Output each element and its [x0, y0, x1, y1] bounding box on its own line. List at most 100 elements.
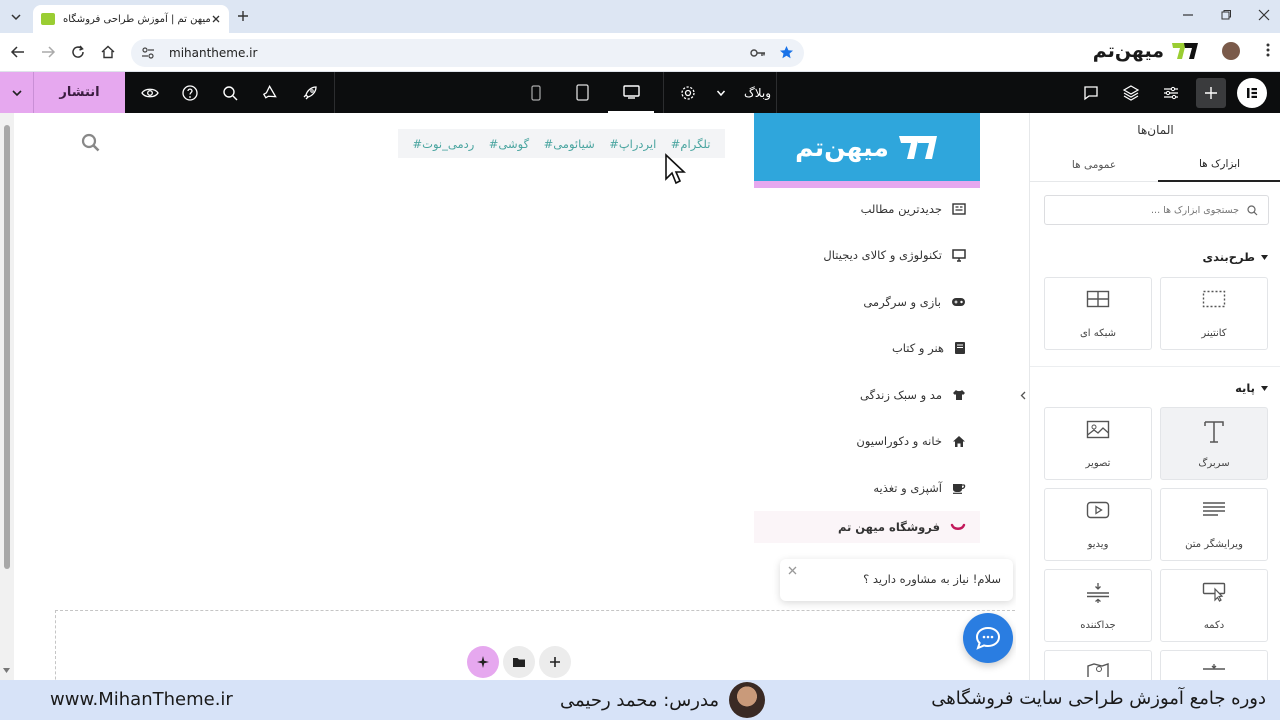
category-item[interactable]: هنر و کتاب: [754, 325, 980, 371]
back-icon[interactable]: [10, 44, 26, 60]
button-click-icon: [1202, 582, 1226, 602]
category-item[interactable]: آشپزی و تغذیه: [754, 465, 980, 511]
browser-tab-bar: میهن تم | آموزش طراحی فروشگاه: [0, 0, 1280, 33]
brand-mark-icon: [1172, 43, 1198, 59]
chevron-left-icon: [1020, 391, 1026, 400]
password-key-icon[interactable]: [750, 46, 766, 60]
chevron-down-icon: [716, 88, 726, 98]
tab-list-chevron-icon[interactable]: [6, 7, 26, 27]
section-header-layout[interactable]: طرح‌بندی: [1203, 250, 1268, 264]
structure-layers-icon[interactable]: [1111, 72, 1151, 113]
widget-search-input[interactable]: [1069, 204, 1239, 216]
tab-close-icon[interactable]: [211, 14, 221, 24]
widget-label: تصویر: [1085, 458, 1111, 469]
tag-link[interactable]: #شیائومی: [544, 137, 595, 151]
category-item[interactable]: خانه و دکوراسیون: [754, 418, 980, 464]
elements-panel: المان‌ها عمومی ها ابزارک ها طرح‌بندی کان…: [1029, 113, 1280, 690]
restore-icon[interactable]: [1220, 9, 1232, 21]
search-icon: [1247, 204, 1258, 216]
section-header-basic[interactable]: پایه: [1235, 381, 1268, 395]
desktop-device-icon[interactable]: [608, 72, 654, 113]
search-icon[interactable]: [210, 72, 250, 113]
scroll-down-arrow-icon[interactable]: [2, 667, 11, 674]
browser-tab[interactable]: میهن تم | آموزش طراحی فروشگاه: [33, 5, 229, 33]
text-editor-icon: [1202, 501, 1226, 519]
tag-link[interactable]: #ردمی_نوت: [413, 137, 475, 151]
category-item[interactable]: تکنولوژی و کالای دیجیتال: [754, 232, 980, 278]
site-logo-banner[interactable]: میهن‌تم: [754, 113, 980, 181]
editor-canvas: #ردمی_نوت #گوشی #شیائومی #ایردراپ #تلگرا…: [0, 113, 1016, 680]
course-title: دوره جامع آموزش طراحی سایت فروشگاهی: [931, 688, 1266, 709]
tag-link[interactable]: #گوشی: [489, 137, 529, 151]
mobile-device-icon[interactable]: [516, 72, 556, 113]
announcement-megaphone-icon[interactable]: [250, 72, 290, 113]
add-element-plus-icon[interactable]: [1196, 77, 1226, 108]
reload-icon[interactable]: [70, 44, 86, 60]
preview-sidebar: میهن‌تم جدیدترین مطالب تکنولوژی و کالای …: [754, 113, 980, 553]
canvas-scrollbar-thumb[interactable]: [4, 125, 10, 569]
caret-down-icon: [1261, 385, 1268, 391]
grid-icon: [1086, 290, 1110, 308]
widget-heading[interactable]: سربرگ: [1160, 407, 1268, 480]
video-play-icon: [1086, 501, 1110, 519]
widget-video[interactable]: ویدیو: [1044, 488, 1152, 561]
publish-button[interactable]: انتشار: [34, 72, 125, 113]
chat-message-bubble[interactable]: سلام! نیاز به مشاوره دارید ؟: [780, 559, 1013, 601]
new-tab-icon[interactable]: [236, 9, 250, 23]
help-icon[interactable]: [170, 72, 210, 113]
widget-button[interactable]: دکمه: [1160, 569, 1268, 642]
site-logo-text: میهن‌تم: [795, 132, 889, 162]
widget-image[interactable]: تصویر: [1044, 407, 1152, 480]
browser-menu-icon[interactable]: [1266, 42, 1270, 58]
profile-avatar[interactable]: [1222, 42, 1240, 60]
website-url: www.MihanTheme.ir: [50, 689, 233, 710]
elementor-logo-icon[interactable]: [1237, 77, 1267, 108]
search-icon[interactable]: [81, 133, 100, 152]
newspaper-icon: [952, 203, 966, 215]
document-title: وبلاگ: [744, 85, 772, 100]
widget-search[interactable]: [1044, 195, 1269, 225]
shop-link[interactable]: فروشگاه میهن تم: [754, 511, 980, 543]
close-icon[interactable]: [788, 566, 797, 575]
tag-link[interactable]: #ایردراپ: [609, 137, 656, 151]
tshirt-icon: [952, 389, 966, 401]
widget-text-editor[interactable]: ویرایشگر متن: [1160, 488, 1268, 561]
url-text[interactable]: mihantheme.ir: [169, 46, 257, 60]
document-dropdown[interactable]: وبلاگ: [716, 86, 771, 100]
widget-grid[interactable]: شبکه ای: [1044, 277, 1152, 350]
publish-options-button[interactable]: [0, 72, 34, 113]
rocket-icon[interactable]: [290, 72, 330, 113]
collapse-panel-toggle[interactable]: [1016, 380, 1029, 410]
chevron-down-icon: [11, 87, 23, 99]
tab-global[interactable]: عمومی ها: [1030, 149, 1158, 182]
forward-icon[interactable]: [40, 44, 56, 60]
add-section-plus-icon[interactable]: [539, 646, 571, 678]
comments-icon[interactable]: [1071, 72, 1111, 113]
widget-divider[interactable]: جداکننده: [1044, 569, 1152, 642]
settings-gear-icon[interactable]: [668, 72, 708, 113]
instructor-info: مدرس: محمد رحیمی: [560, 682, 766, 718]
instructor-avatar: [729, 682, 766, 718]
ai-sparkle-button[interactable]: [467, 646, 499, 678]
tag-link[interactable]: #تلگرام: [671, 137, 711, 151]
address-bar[interactable]: mihantheme.ir: [131, 39, 804, 67]
tab-title: میهن تم | آموزش طراحی فروشگاه: [63, 13, 211, 25]
home-icon[interactable]: [100, 44, 116, 60]
canvas-scrollbar-track[interactable]: [0, 113, 14, 680]
category-item[interactable]: بازی و سرگرمی: [754, 279, 980, 325]
tablet-device-icon[interactable]: [556, 72, 608, 113]
monitor-icon: [952, 248, 966, 262]
preview-eye-icon[interactable]: [130, 72, 170, 113]
minimize-icon[interactable]: [1182, 9, 1194, 21]
widget-container[interactable]: کانتینر: [1160, 277, 1268, 350]
coffee-icon: [952, 482, 966, 494]
category-item[interactable]: مد و سبک زندگی: [754, 372, 980, 418]
tab-widgets[interactable]: ابزارک ها: [1158, 149, 1280, 182]
bookmark-star-icon[interactable]: [779, 45, 794, 60]
site-settings-sliders-icon[interactable]: [1151, 72, 1191, 113]
template-library-folder-icon[interactable]: [503, 646, 535, 678]
topbar-panel-tools: [1071, 72, 1267, 113]
category-item[interactable]: جدیدترین مطالب: [754, 186, 980, 232]
close-window-icon[interactable]: [1258, 9, 1270, 21]
site-settings-icon[interactable]: [141, 46, 155, 60]
